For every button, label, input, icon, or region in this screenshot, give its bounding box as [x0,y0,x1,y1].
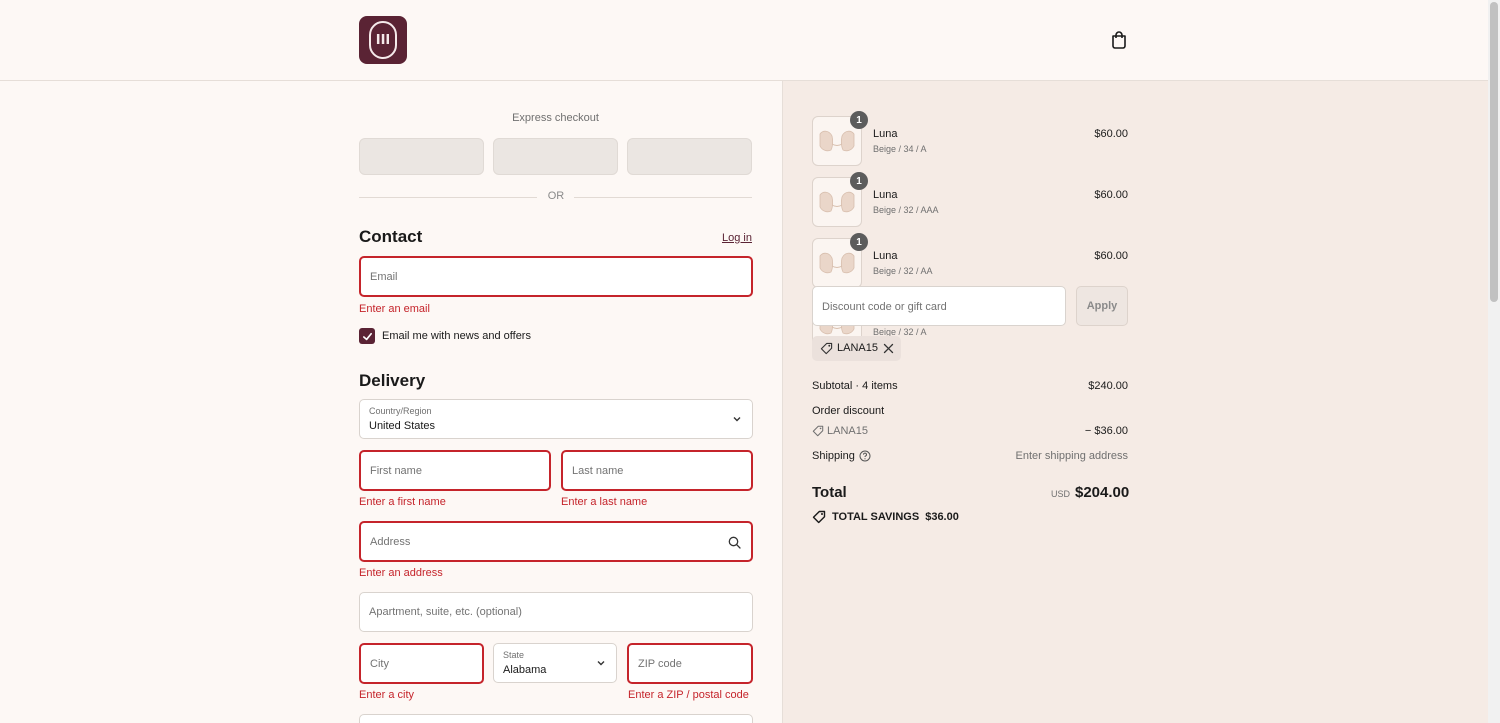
tag-icon [820,342,833,355]
contact-title: Contact [359,227,423,246]
quantity-badge: 1 [850,233,868,251]
scrollbar-thumb[interactable] [1490,2,1498,302]
newsletter-checkbox[interactable] [359,328,375,344]
country-value: United States [369,420,436,432]
bra-product-image [819,191,855,213]
address-field[interactable]: Address [359,521,753,562]
email-placeholder: Email [370,270,398,283]
delivery-title: Delivery [359,371,426,390]
shopping-bag-icon[interactable] [1109,30,1129,50]
city-error: Enter a city [359,689,415,701]
product-name: Luna [873,250,898,262]
last-name-field[interactable]: Last name [561,450,753,491]
apartment-field[interactable]: Apartment, suite, etc. (optional) [359,592,753,632]
zip-placeholder: ZIP code [638,657,682,670]
search-icon [728,536,741,549]
chevron-down-icon [733,417,741,422]
express-pay-button-3[interactable] [627,138,752,175]
state-value: Alabama [503,664,547,676]
total-label: Total [812,484,847,501]
or-text: OR [547,190,565,202]
express-pay-button-1[interactable] [359,138,484,175]
product-name: Luna [873,189,898,201]
zip-field[interactable]: ZIP code [627,643,753,684]
or-divider: OR [359,189,752,205]
shipping-label: Shipping [812,450,855,462]
last-name-placeholder: Last name [572,464,624,477]
quantity-badge: 1 [850,172,868,190]
store-logo[interactable]: III [359,16,407,64]
bra-product-image [819,130,855,152]
discount-value: − $36.00 [1084,425,1128,437]
applied-code: LANA15 [837,342,878,354]
product-price: $60.00 [1094,189,1128,201]
city-placeholder: City [370,657,389,670]
product-variant: Beige / 32 / AAA [873,205,939,215]
phone-field[interactable] [359,714,753,723]
discount-code-input[interactable]: Discount code or gift card [812,286,1066,326]
shipping-row: Shipping Enter shipping address [812,450,1128,462]
product-name: Luna [873,128,898,140]
email-field[interactable]: Email [359,256,753,297]
login-link[interactable]: Log in [722,232,752,244]
close-icon[interactable] [883,343,894,354]
checkmark-icon [362,332,372,340]
first-name-placeholder: First name [370,464,422,477]
first-name-error: Enter a first name [359,496,446,508]
express-pay-button-2[interactable] [493,138,618,175]
savings-value: $36.00 [925,511,959,523]
site-header: III [0,0,1488,81]
city-field[interactable]: City [359,643,484,684]
logo-mark: III [369,21,397,59]
savings-label: TOTAL SAVINGS [832,511,920,523]
subtotal-label: Subtotal · 4 items [812,380,898,392]
address-placeholder: Address [370,535,411,548]
express-checkout-label: Express checkout [512,112,599,124]
first-name-field[interactable]: First name [359,450,551,491]
divider-line-left [359,197,537,198]
tag-icon [812,510,826,524]
applied-discount-chip: LANA15 [812,336,901,361]
country-label: Country/Region [369,406,432,416]
zip-error: Enter a ZIP / postal code [628,689,749,701]
product-price: $60.00 [1094,250,1128,262]
total-currency: USD [1051,489,1071,499]
bra-product-image [819,252,855,274]
country-select[interactable]: Country/Region United States [359,399,753,439]
page-scrollbar[interactable] [1488,0,1500,723]
last-name-error: Enter a last name [561,496,648,508]
chevron-down-icon [597,661,605,666]
cart-item: 1 Luna Beige / 32 / AAA $60.00 [812,172,1128,227]
shipping-value: Enter shipping address [1015,450,1128,462]
apartment-placeholder: Apartment, suite, etc. (optional) [369,606,522,618]
help-circle-icon[interactable] [859,450,871,462]
subtotal-value: $240.00 [1088,380,1128,392]
quantity-badge: 1 [850,111,868,129]
newsletter-label: Email me with news and offers [382,330,531,342]
subtotal-row: Subtotal · 4 items $240.00 [812,380,1128,392]
divider-line-right [574,197,752,198]
state-select[interactable]: State Alabama [493,643,617,683]
cart-item: 1 Luna Beige / 32 / AA $60.00 [812,233,1128,288]
product-variant: Beige / 34 / A [873,144,927,154]
checkout-form-panel: Express checkout OR Contact Log in Email… [0,81,782,723]
discount-placeholder: Discount code or gift card [822,301,947,313]
total-value: $204.00 [1075,484,1130,501]
product-variant: Beige / 32 / AA [873,266,933,276]
order-discount-label: Order discount [812,405,885,417]
address-error: Enter an address [359,567,443,579]
cart-item: 1 Luna Beige / 34 / A $60.00 [812,111,1128,166]
total-savings: TOTAL SAVINGS $36.00 [812,510,959,524]
email-error: Enter an email [359,303,430,315]
product-price: $60.00 [1094,128,1128,140]
apply-discount-button[interactable]: Apply [1076,286,1128,326]
discount-code-label: LANA15 [827,425,868,437]
state-label: State [503,650,525,660]
order-discount-row: Order discount [812,405,1128,417]
tag-icon [812,425,824,437]
